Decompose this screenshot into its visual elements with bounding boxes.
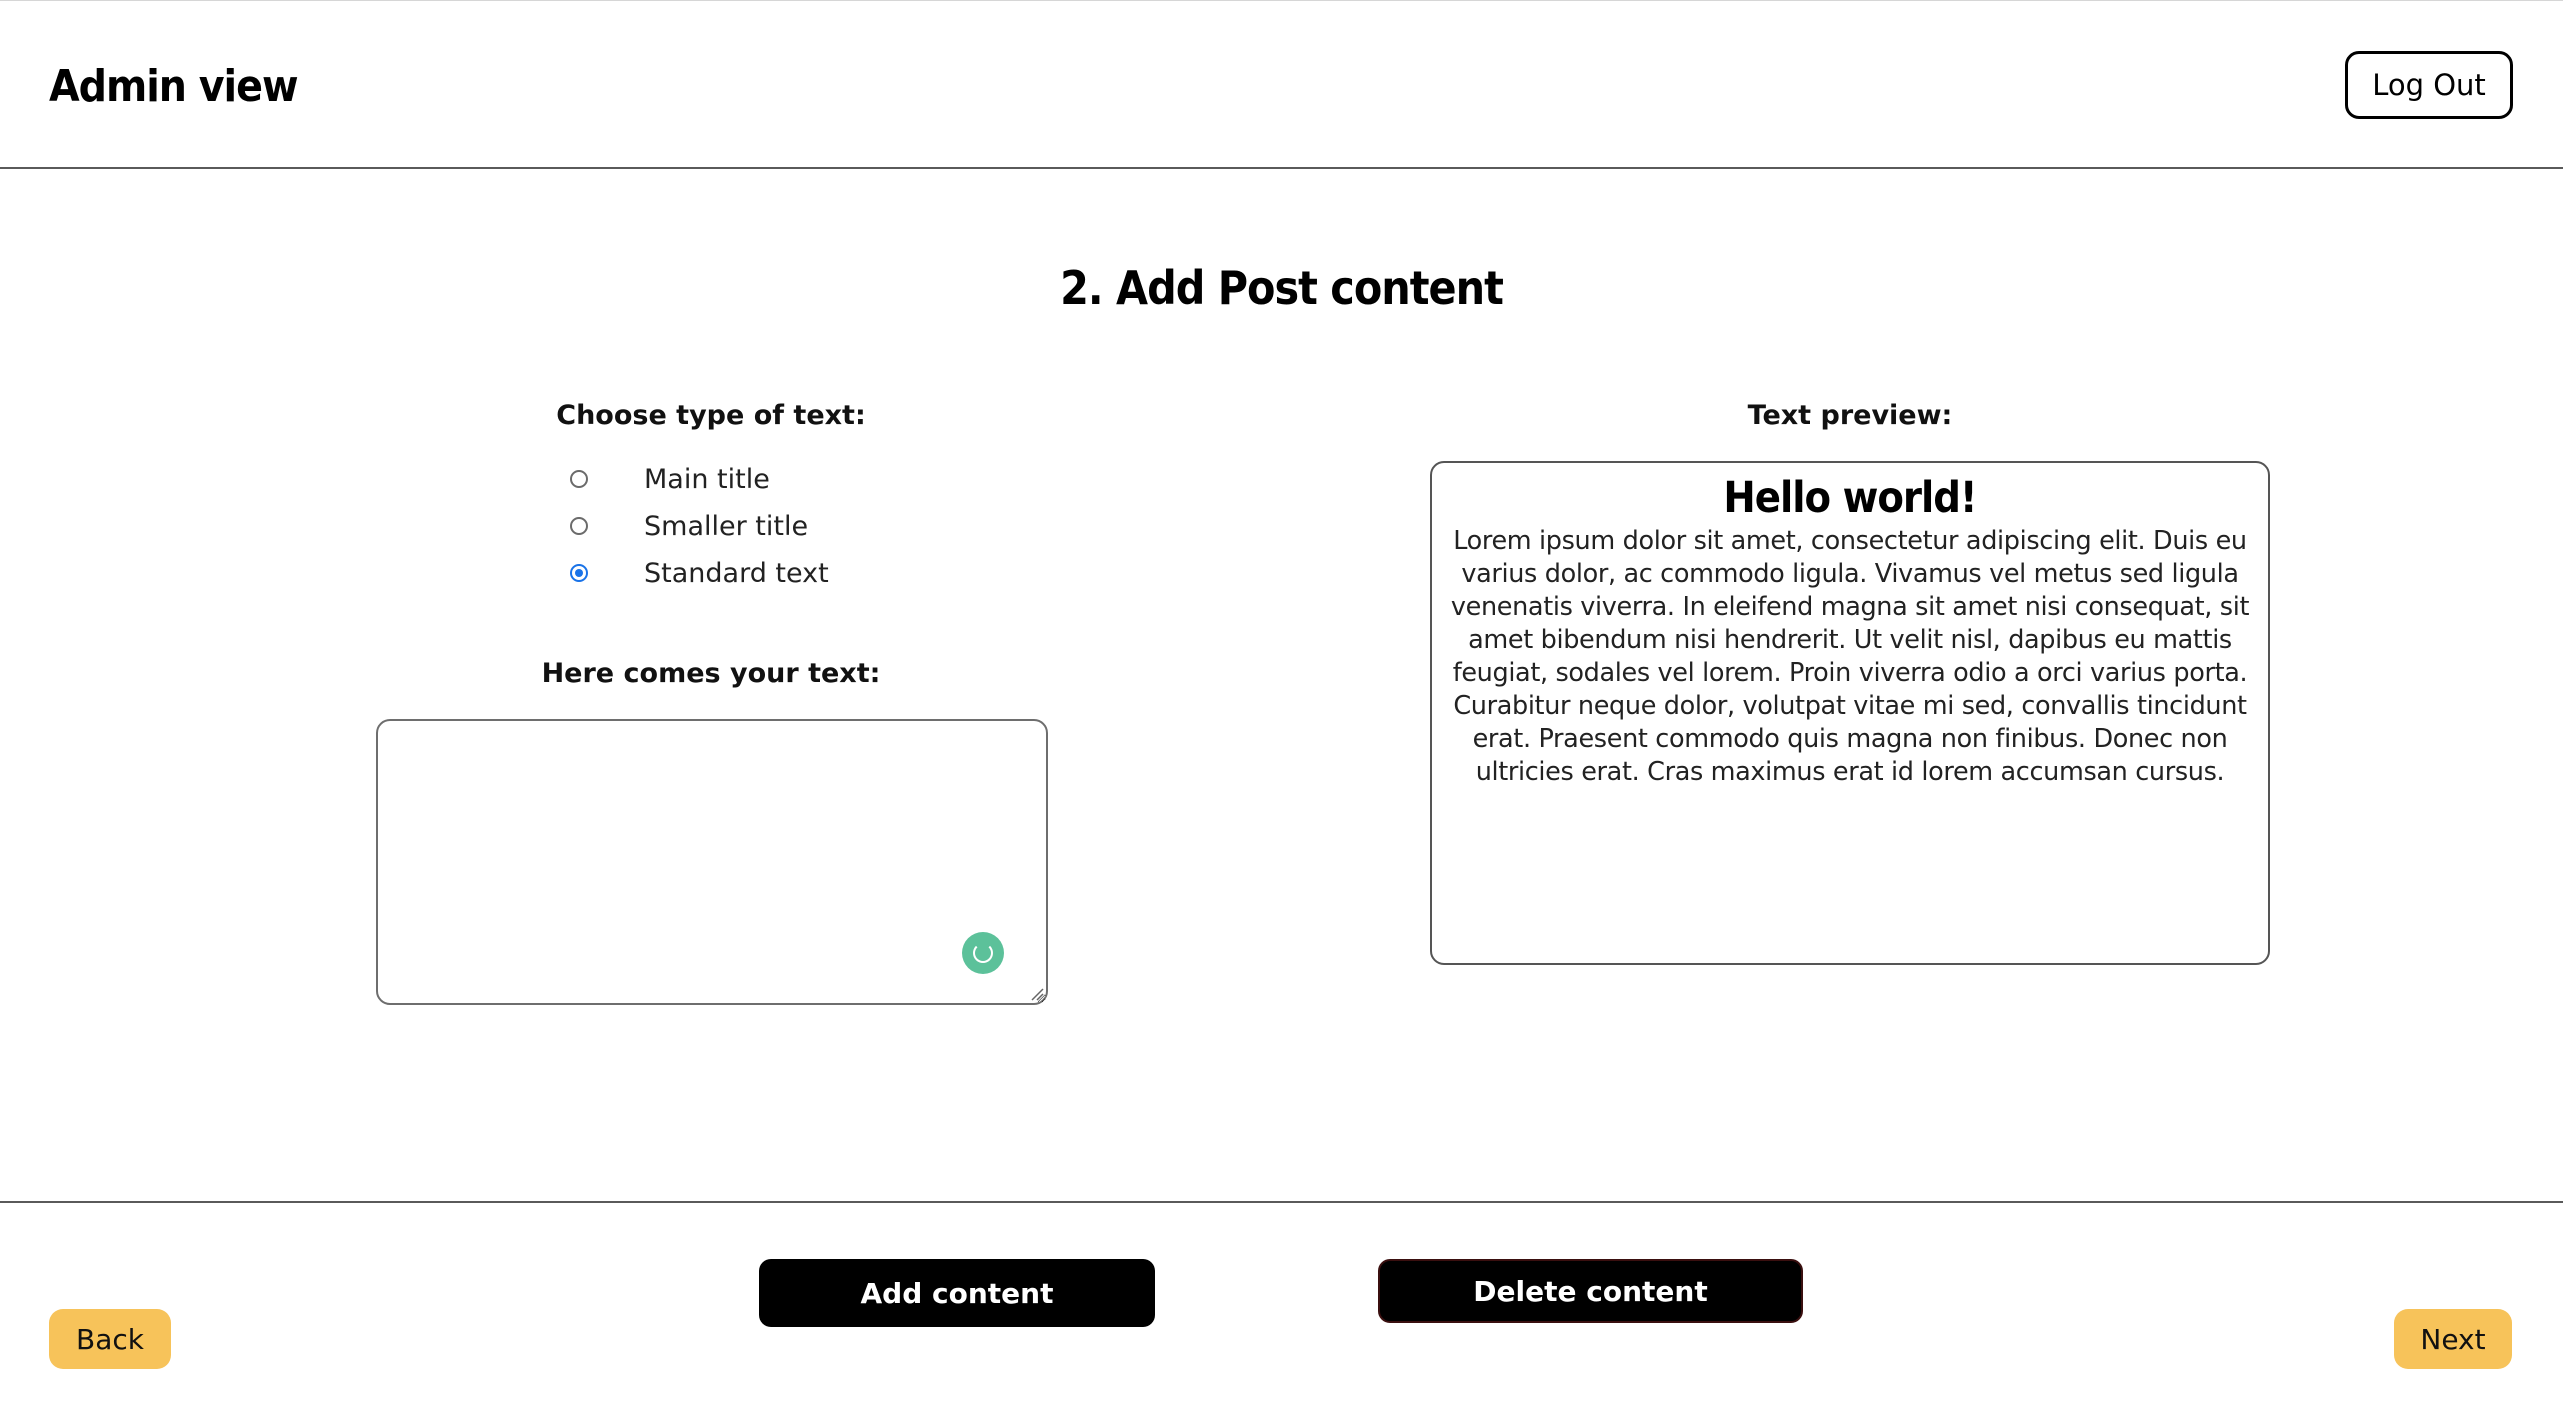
logout-button[interactable]: Log Out (2345, 51, 2513, 119)
preview-title: Hello world! (1723, 473, 1977, 523)
resize-grip-icon[interactable] (1030, 987, 1044, 1001)
back-button[interactable]: Back (49, 1309, 171, 1369)
text-preview-label: Text preview: (1747, 400, 1953, 431)
radio-option-main-title[interactable]: Main title (570, 459, 770, 499)
footer-divider (0, 1201, 2563, 1203)
text-input-label: Here comes your text: (541, 658, 881, 689)
add-content-button[interactable]: Add content (759, 1259, 1155, 1327)
grammar-assistant-icon[interactable] (962, 932, 1004, 974)
radio-button[interactable] (570, 517, 588, 535)
radio-label: Smaller title (644, 510, 809, 542)
radio-option-standard-text[interactable]: Standard text (570, 553, 829, 593)
delete-content-button[interactable]: Delete content (1378, 1259, 1803, 1323)
text-type-label: Choose type of text: (556, 400, 866, 431)
radio-button[interactable] (570, 470, 588, 488)
admin-page: Admin view Log Out 2. Add Post content C… (0, 0, 2563, 1417)
radio-button-selected[interactable] (570, 564, 588, 582)
preview-body-text: Lorem ipsum dolor sit amet, consectetur … (1450, 526, 2250, 787)
next-button[interactable]: Next (2394, 1309, 2512, 1369)
radio-option-smaller-title[interactable]: Smaller title (570, 506, 808, 546)
text-preview-box: Hello world! Lorem ipsum dolor sit amet,… (1430, 461, 2270, 965)
page-title: 2. Add Post content (1060, 261, 1504, 315)
app-title: Admin view (49, 61, 299, 112)
header-bar: Admin view Log Out (0, 1, 2563, 169)
radio-label: Main title (644, 463, 770, 495)
content-textarea[interactable] (376, 719, 1048, 1005)
radio-label: Standard text (644, 557, 829, 589)
